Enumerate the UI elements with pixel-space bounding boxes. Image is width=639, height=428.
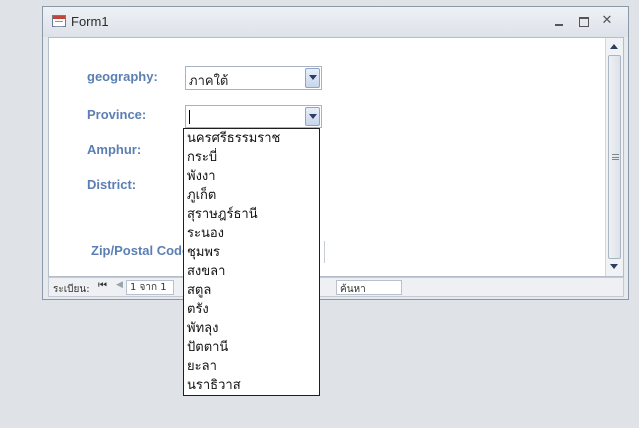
- grip-icon: [612, 154, 619, 160]
- geography-combo[interactable]: ภาคใต้: [185, 66, 322, 90]
- chevron-down-icon[interactable]: [305, 107, 320, 126]
- province-dropdown-list[interactable]: นครศรีธรรมราช กระบี่ พังงา ภูเก็ต สุราษฎร์ธา…: [183, 128, 320, 396]
- province-option[interactable]: กระบี่: [184, 148, 319, 167]
- province-option[interactable]: นราธิวาส: [184, 376, 319, 395]
- minimize-icon[interactable]: [552, 14, 566, 28]
- province-option[interactable]: ชุมพร: [184, 243, 319, 262]
- province-option[interactable]: ปัตตานี: [184, 338, 319, 357]
- form-icon: [52, 15, 66, 27]
- text-caret: [189, 110, 190, 124]
- province-option[interactable]: ระนอง: [184, 224, 319, 243]
- scroll-up-icon[interactable]: [608, 40, 621, 54]
- record-navigation-bar: ระเบียน: ⏮ ◀ 1 จาก 1 ค้นหา: [48, 277, 624, 297]
- province-combo[interactable]: [185, 105, 322, 128]
- province-option[interactable]: พัทลุง: [184, 319, 319, 338]
- first-record-icon[interactable]: ⏮: [98, 280, 107, 291]
- scroll-thumb[interactable]: [608, 55, 621, 259]
- province-option[interactable]: สุราษฎร์ธานี: [184, 205, 319, 224]
- province-option[interactable]: พังงา: [184, 167, 319, 186]
- previous-record-icon[interactable]: ◀: [116, 280, 123, 290]
- amphur-label: Amphur:: [87, 142, 142, 157]
- form-window: Form1 ✕ geography: ภาคใต้ Province: Amph…: [42, 6, 629, 300]
- zip-label: Zip/Postal Code: [91, 243, 190, 258]
- province-option[interactable]: ภูเก็ต: [184, 186, 319, 205]
- record-label: ระเบียน:: [53, 284, 90, 295]
- restore-icon[interactable]: [576, 14, 590, 28]
- close-icon[interactable]: ✕: [600, 14, 614, 28]
- search-placeholder: ค้นหา: [340, 284, 366, 295]
- title-bar: Form1 ✕: [43, 7, 628, 37]
- record-position-field[interactable]: 1 จาก 1: [126, 280, 174, 295]
- province-option[interactable]: สตูล: [184, 281, 319, 300]
- province-option[interactable]: สงขลา: [184, 262, 319, 281]
- province-option[interactable]: นครศรีธรรมราช: [184, 129, 319, 148]
- district-label: District:: [87, 177, 137, 192]
- geography-value: ภาคใต้: [189, 74, 229, 89]
- search-input[interactable]: ค้นหา: [336, 280, 402, 295]
- chevron-down-icon[interactable]: [305, 68, 320, 88]
- geography-label: geography:: [87, 69, 158, 84]
- province-option[interactable]: ตรัง: [184, 300, 319, 319]
- province-options: นครศรีธรรมราช กระบี่ พังงา ภูเก็ต สุราษฎร์ธา…: [184, 129, 319, 395]
- province-option[interactable]: ยะลา: [184, 357, 319, 376]
- province-label: Province:: [87, 107, 147, 122]
- form-body: geography: ภาคใต้ Province: Amphur: Dist…: [48, 37, 624, 277]
- vertical-scrollbar[interactable]: [605, 38, 623, 276]
- window-title: Form1: [71, 14, 109, 29]
- scroll-down-icon[interactable]: [608, 260, 621, 274]
